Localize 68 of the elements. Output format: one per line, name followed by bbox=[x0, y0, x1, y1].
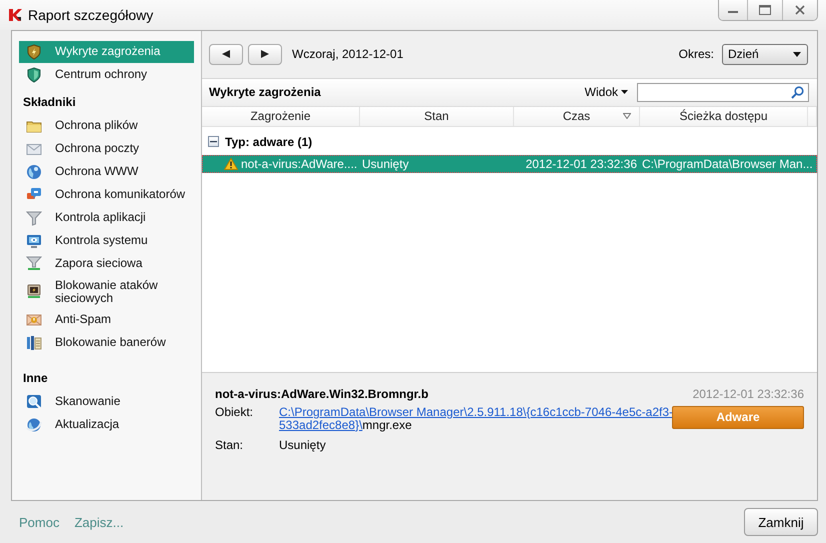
warning-icon bbox=[224, 158, 238, 170]
sidebar-item[interactable]: Blokowanie banerów bbox=[19, 332, 194, 354]
back-button[interactable] bbox=[209, 44, 243, 65]
threat-name: not-a-virus:AdWare.Win32.Bromngr.b bbox=[215, 386, 430, 401]
maximize-icon bbox=[759, 5, 771, 15]
collapse-toggle[interactable] bbox=[208, 136, 219, 148]
sidebar-item[interactable]: Blokowanie ataków sieciowych bbox=[19, 276, 194, 308]
funnel-icon bbox=[26, 210, 42, 226]
monitor-icon bbox=[26, 232, 42, 249]
sidebar-item[interactable]: Skanowanie bbox=[19, 390, 194, 413]
close-icon bbox=[795, 5, 805, 15]
panel-icon bbox=[26, 334, 42, 351]
close-button[interactable] bbox=[782, 0, 817, 20]
field-label: Stan: bbox=[215, 438, 244, 452]
threat-row[interactable]: not-a-virus:AdWare.... Usunięty 2012-12-01 23:32:36 C:\ProgramData\Browser Man... bbox=[202, 154, 817, 173]
left-arrow-icon bbox=[221, 49, 231, 60]
folder-link[interactable]: 533ad2fec8e8}\ bbox=[279, 418, 362, 432]
field-label: Obiekt: bbox=[215, 406, 254, 421]
monitor-icon bbox=[26, 284, 42, 300]
forward-button[interactable] bbox=[248, 44, 282, 65]
section-heading: Składniki bbox=[23, 94, 77, 109]
table-cell-text: 2012-12-01 23:32:36 bbox=[524, 156, 638, 171]
column-header[interactable]: Ścieżka dostępu bbox=[640, 106, 808, 126]
status-value: Usunięty bbox=[279, 438, 327, 452]
list-title: Wykryte zagrożenia bbox=[209, 85, 322, 100]
sidebar-item[interactable]: Anti-Spam bbox=[19, 308, 194, 331]
column-header[interactable]: Czas bbox=[514, 106, 640, 126]
detection-time: 2012-12-01 23:32:36 bbox=[692, 386, 804, 401]
file-name: mngr.exe bbox=[362, 418, 412, 432]
date-label: Wczoraj, 2012-12-01 bbox=[292, 47, 404, 62]
globe-icon bbox=[26, 164, 42, 180]
right-arrow-icon bbox=[260, 49, 270, 60]
sidebar-item[interactable]: Aktualizacja bbox=[19, 414, 194, 436]
folder-link[interactable]: C:\ProgramData\Browser Manager\2.5.911.18\{c16c1ccb-7046-4e5c-a2f3- bbox=[279, 404, 673, 419]
table-cell-text: C:\ProgramData\Browser Man... bbox=[641, 156, 814, 171]
dropdown-arrow-icon bbox=[793, 52, 801, 57]
globe-icon bbox=[26, 416, 42, 433]
category-badge: Adware bbox=[672, 406, 804, 429]
sidebar-item[interactable]: Ochrona WWW bbox=[19, 160, 194, 183]
sidebar-item[interactable]: Ochrona plików bbox=[19, 114, 194, 137]
table-cell-text: Usunięty bbox=[361, 156, 410, 171]
sidebar-item[interactable]: Centrum ochrony bbox=[19, 64, 194, 86]
shield-icon bbox=[26, 44, 42, 60]
sidebar-item[interactable]: Kontrola aplikacji bbox=[19, 206, 194, 229]
period-dropdown[interactable]: Dzień bbox=[722, 44, 808, 65]
app-logo-icon bbox=[8, 8, 22, 22]
search-field[interactable] bbox=[637, 82, 809, 102]
sidebar-item[interactable]: Kontrola systemu bbox=[19, 230, 194, 252]
search-icon bbox=[791, 86, 804, 99]
sidebar-item[interactable]: Ochrona poczty bbox=[19, 138, 194, 160]
section-heading: Inne bbox=[23, 370, 49, 385]
period-label: Okres: bbox=[678, 47, 714, 62]
close-window-button[interactable]: Zamknij bbox=[744, 508, 818, 536]
magnifier-icon bbox=[26, 394, 42, 410]
envelope-icon bbox=[26, 312, 42, 328]
window-title: Raport szczegółowy bbox=[28, 7, 154, 23]
column-header[interactable]: Zagrożenie bbox=[202, 106, 360, 126]
column-header[interactable]: Stan bbox=[360, 106, 514, 126]
funnel-icon bbox=[26, 256, 42, 272]
group-label: Typ: adware (1) bbox=[225, 134, 312, 149]
sidebar-item[interactable]: Zapora sieciowa bbox=[19, 252, 194, 275]
maximize-button[interactable] bbox=[747, 0, 782, 20]
view-menu[interactable]: Widok bbox=[584, 85, 628, 100]
dropdown-arrow-icon bbox=[621, 90, 628, 94]
sidebar-item[interactable]: Wykryte zagrożenia bbox=[19, 40, 194, 63]
sidebar-item[interactable]: Ochrona komunikatorów bbox=[19, 184, 194, 206]
table-cell: not-a-virus:AdWare.... bbox=[241, 156, 358, 171]
shield-icon bbox=[26, 66, 42, 83]
